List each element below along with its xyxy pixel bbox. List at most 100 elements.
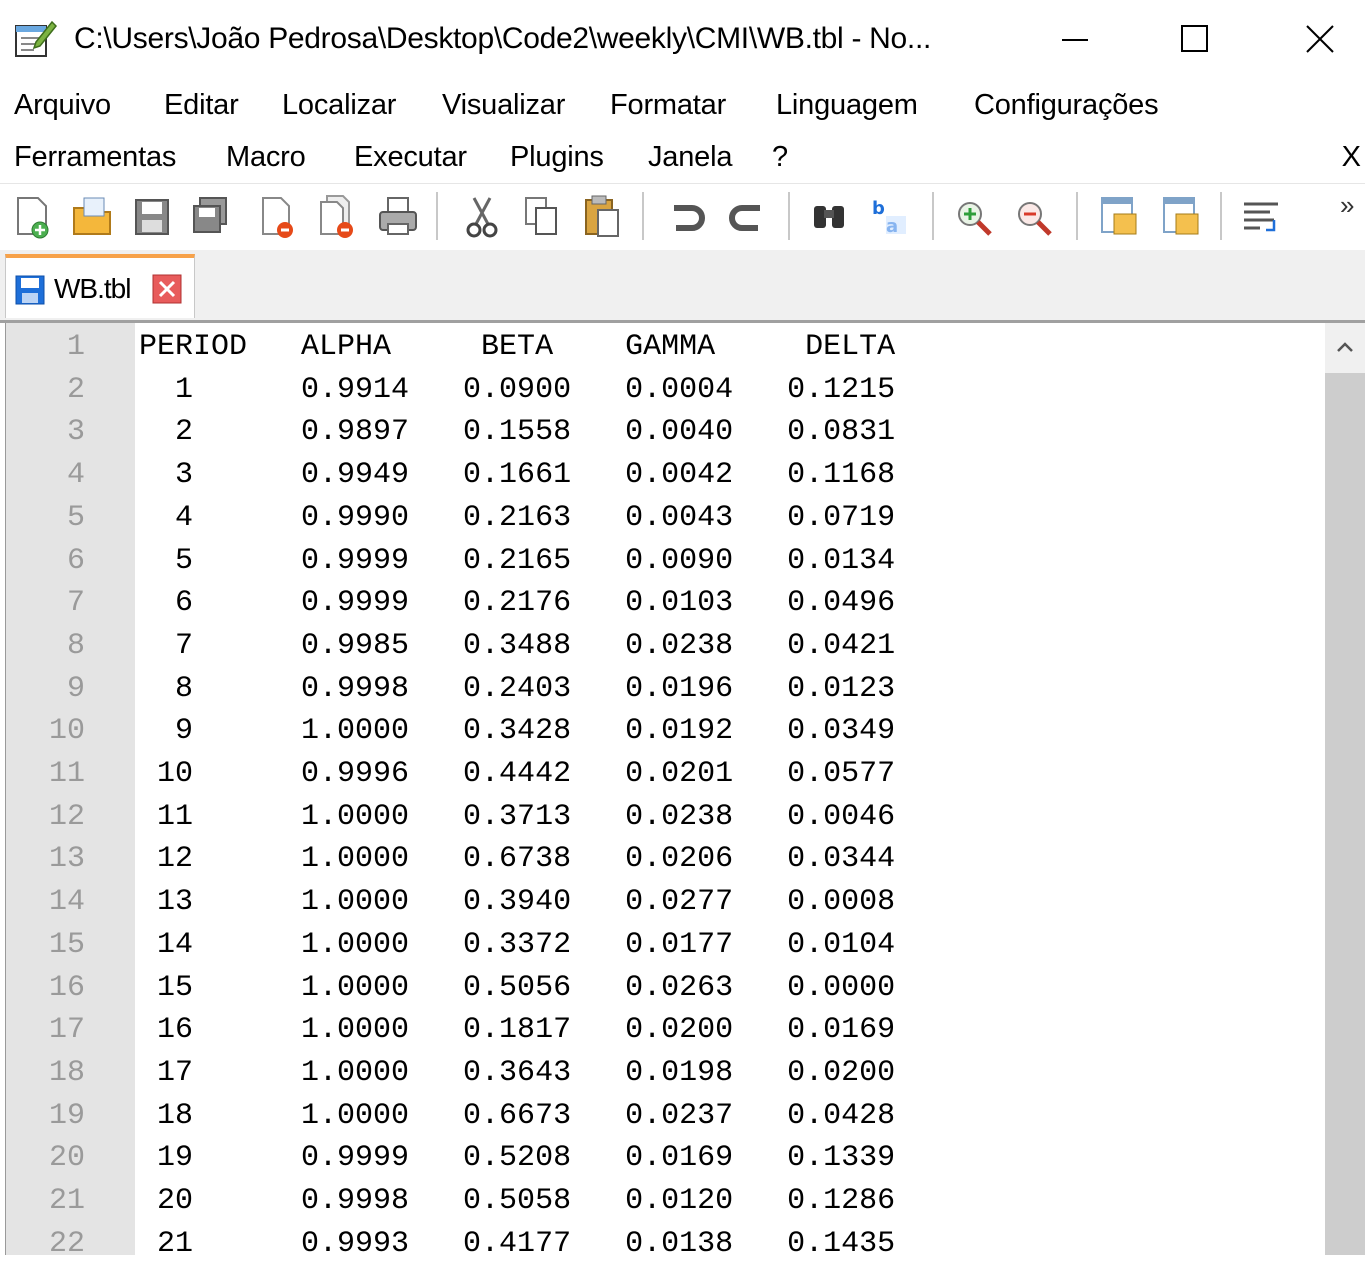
menu-visualizar[interactable]: Visualizar (442, 86, 565, 124)
line-number: 15 (48, 927, 85, 962)
line-number: 21 (48, 1184, 85, 1218)
menu-macro[interactable]: Macro (226, 138, 306, 176)
save-all-icon[interactable] (190, 192, 234, 240)
menu-janela[interactable]: Janela (648, 138, 732, 176)
line-text[interactable]: 9 1.0000 0.3428 0.0192 0.0349 (139, 710, 895, 753)
close-document-button[interactable]: X (1342, 138, 1361, 176)
menu-ferramentas[interactable]: Ferramentas (14, 138, 176, 176)
minimize-button[interactable] (1030, 4, 1120, 74)
line-text[interactable]: 17 1.0000 0.3643 0.0198 0.0200 (139, 1052, 895, 1095)
new-file-icon[interactable] (10, 192, 54, 240)
line-text[interactable]: 12 1.0000 0.6738 0.0206 0.0344 (139, 838, 895, 881)
line-number: 11 (48, 757, 85, 791)
close-file-icon[interactable] (255, 192, 299, 240)
sync-horizontal-icon[interactable] (1160, 192, 1204, 240)
line-number: 14 (48, 885, 85, 920)
line-number: 9 (66, 671, 85, 706)
line-text[interactable]: 7 0.9985 0.3488 0.0238 0.0421 (139, 625, 895, 668)
close-window-button[interactable] (1275, 4, 1365, 74)
line-number: 2 (66, 372, 85, 407)
print-icon[interactable] (376, 192, 420, 240)
line-text[interactable]: 10 0.9996 0.4442 0.0201 0.0577 (139, 753, 895, 796)
menu-localizar[interactable]: Localizar (282, 86, 396, 124)
line-text[interactable]: 13 1.0000 0.3940 0.0277 0.0008 (139, 881, 895, 924)
menu-bar-row-1: Arquivo Editar Localizar Visualizar Form… (0, 80, 1365, 130)
find-icon[interactable] (808, 192, 852, 240)
replace-icon[interactable]: b a (868, 192, 912, 240)
line-text[interactable]: 5 0.9999 0.2165 0.0090 0.0134 (139, 540, 895, 583)
menu-plugins[interactable]: Plugins (510, 138, 604, 176)
minimize-icon (1062, 39, 1088, 41)
line-text[interactable]: 18 1.0000 0.6673 0.0237 0.0428 (139, 1095, 895, 1138)
tab-bar: WB.tbl (0, 250, 1365, 323)
menu-executar[interactable]: Executar (354, 138, 467, 176)
notepad-plus-icon (15, 20, 58, 57)
toolbar-separator (642, 192, 644, 240)
line-text[interactable]: 14 1.0000 0.3372 0.0177 0.0104 (139, 924, 895, 967)
line-text[interactable]: PERIOD ALPHA BETA GAMMA DELTA (139, 326, 895, 369)
chevron-up-icon (1337, 342, 1353, 352)
copy-icon[interactable] (520, 192, 564, 240)
save-icon[interactable] (130, 192, 174, 240)
line-text[interactable]: 20 0.9998 0.5058 0.0120 0.1286 (139, 1180, 895, 1223)
zoom-in-icon[interactable] (952, 192, 996, 240)
maximize-button[interactable] (1150, 4, 1240, 74)
svg-text:b: b (872, 198, 885, 219)
redo-icon[interactable] (726, 192, 770, 240)
menu-bar-row-2: Ferramentas Macro Executar Plugins Janel… (0, 132, 1365, 182)
line-number: 8 (66, 628, 85, 663)
line-number: 22 (48, 1226, 85, 1261)
line-text[interactable]: 21 0.9993 0.4177 0.0138 0.1435 (139, 1223, 895, 1266)
word-wrap-icon[interactable] (1240, 192, 1284, 240)
zoom-out-icon[interactable] (1012, 192, 1056, 240)
paste-icon[interactable] (580, 192, 624, 240)
sync-vertical-icon[interactable] (1098, 192, 1142, 240)
scrollbar-thumb[interactable] (1325, 373, 1365, 1255)
editor[interactable]: 1 PERIOD ALPHA BETA GAMMA DELTA 2 1 0.9914… (5, 323, 1365, 1261)
line-text[interactable]: 2 0.9897 0.1558 0.0040 0.0831 (139, 411, 895, 454)
vertical-scrollbar[interactable] (1325, 323, 1365, 1255)
tab-label: WB.tbl (54, 273, 131, 304)
scroll-up-button[interactable] (1325, 323, 1365, 371)
menu-editar[interactable]: Editar (164, 86, 239, 124)
line-text[interactable]: 4 0.9990 0.2163 0.0043 0.0719 (139, 497, 895, 540)
close-all-icon[interactable] (315, 192, 359, 240)
line-text[interactable]: 15 1.0000 0.5056 0.0263 0.0000 (139, 967, 895, 1010)
line-text[interactable]: 11 1.0000 0.3713 0.0238 0.0046 (139, 796, 895, 839)
open-file-icon[interactable] (70, 192, 114, 240)
line-text[interactable]: 16 1.0000 0.1817 0.0200 0.0169 (139, 1009, 895, 1052)
menu-configuracoes[interactable]: Configurações (974, 86, 1159, 124)
line-text[interactable]: 19 0.9999 0.5208 0.0169 0.1339 (139, 1137, 895, 1180)
undo-icon[interactable] (664, 192, 708, 240)
line-number: 20 (48, 1141, 85, 1176)
toolbar-separator (436, 192, 438, 240)
toolbar: b a » (0, 183, 1365, 248)
title-bar: C:\Users\João Pedrosa\Desktop\Code2\week… (0, 0, 1365, 78)
cut-icon[interactable] (460, 192, 504, 240)
window-title: C:\Users\João Pedrosa\Desktop\Code2\week… (74, 22, 932, 55)
line-text[interactable]: 3 0.9949 0.1661 0.0042 0.1168 (139, 454, 895, 497)
line-number: 6 (66, 543, 85, 578)
line-number: 18 (48, 1055, 85, 1090)
menu-help[interactable]: ? (772, 138, 788, 176)
toolbar-separator (1076, 192, 1078, 240)
tab-wb-tbl[interactable]: WB.tbl (5, 254, 195, 318)
line-text[interactable]: 8 0.9998 0.2403 0.0196 0.0123 (139, 668, 895, 711)
toolbar-separator (1220, 192, 1222, 240)
close-icon (1306, 25, 1334, 53)
saved-file-icon (15, 275, 45, 305)
line-number: 19 (48, 1098, 85, 1133)
line-number: 17 (48, 1013, 85, 1048)
line-number: 5 (66, 500, 85, 535)
line-number: 13 (48, 842, 85, 877)
line-text[interactable]: 1 0.9914 0.0900 0.0004 0.1215 (139, 369, 895, 412)
menu-linguagem[interactable]: Linguagem (776, 86, 918, 124)
menu-formatar[interactable]: Formatar (610, 86, 726, 124)
menu-arquivo[interactable]: Arquivo (14, 86, 111, 124)
line-number: 12 (48, 799, 85, 834)
line-number: 16 (48, 970, 85, 1005)
tab-close-icon[interactable] (152, 274, 182, 304)
line-text[interactable]: 6 0.9999 0.2176 0.0103 0.0496 (139, 582, 895, 625)
line-number: 3 (66, 415, 85, 450)
toolbar-overflow-button[interactable]: » (1340, 190, 1354, 221)
